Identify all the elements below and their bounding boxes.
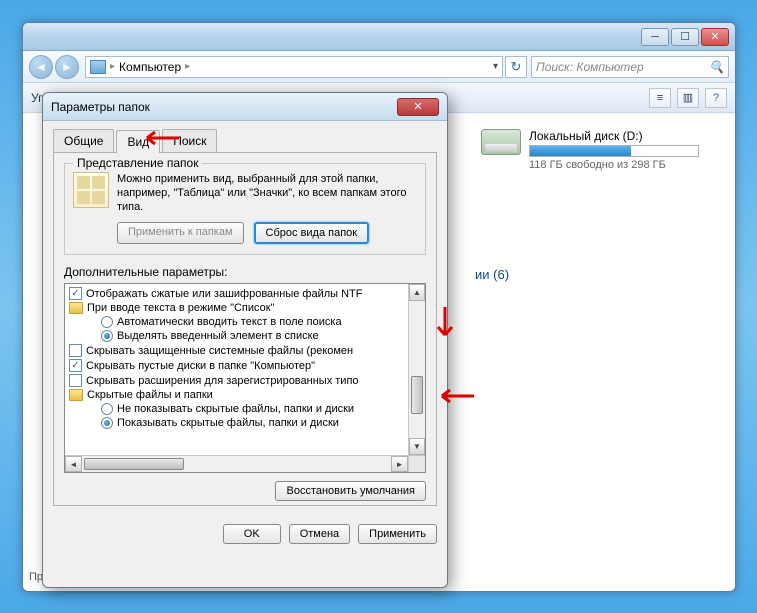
opt-hidden-files: Скрытые файлы и папки bbox=[65, 388, 425, 402]
advanced-label: Дополнительные параметры: bbox=[64, 265, 426, 279]
maximize-button[interactable]: ☐ bbox=[671, 28, 699, 46]
folder-views-icon bbox=[73, 172, 109, 208]
tab-search[interactable]: Поиск bbox=[162, 129, 217, 152]
forward-button[interactable]: ► bbox=[55, 55, 79, 79]
scroll-up-icon[interactable]: ▲ bbox=[409, 284, 425, 301]
dialog-close-button[interactable]: ✕ bbox=[397, 98, 439, 116]
help-button[interactable]: ? bbox=[705, 88, 727, 108]
minimize-button[interactable]: ─ bbox=[641, 28, 669, 46]
breadcrumb-sep-icon: ▸ bbox=[185, 61, 190, 72]
search-placeholder: Поиск: Компьютер bbox=[536, 60, 644, 74]
advanced-settings-tree[interactable]: ✓Отображать сжатые или зашифрованные фай… bbox=[64, 283, 426, 473]
search-input[interactable]: Поиск: Компьютер 🔍 bbox=[531, 56, 729, 78]
breadcrumb-sep-icon: ▸ bbox=[110, 61, 115, 72]
tree-vscrollbar[interactable]: ▲ ▼ bbox=[408, 284, 425, 455]
dialog-title: Параметры папок bbox=[51, 100, 150, 114]
opt-hide-protected[interactable]: Скрывать защищенные системные файлы (рек… bbox=[65, 343, 425, 358]
hscroll-thumb[interactable] bbox=[84, 458, 184, 470]
address-bar[interactable]: ▸ Компьютер ▸ ▾ bbox=[85, 56, 503, 78]
computer-icon bbox=[90, 60, 106, 74]
reset-folders-button[interactable]: Сброс вида папок bbox=[254, 222, 370, 244]
group-label: Представление папок bbox=[73, 156, 202, 170]
opt-list-typing: При вводе текста в режиме "Список" bbox=[65, 301, 425, 315]
scroll-down-icon[interactable]: ▼ bbox=[409, 438, 425, 455]
tab-pane-view: Представление папок Можно применить вид,… bbox=[53, 153, 437, 506]
dropdown-icon[interactable]: ▾ bbox=[493, 61, 498, 72]
opt-hide-extensions[interactable]: Скрывать расширения для зарегистрированн… bbox=[65, 373, 425, 388]
opt-dont-show-hidden[interactable]: Не показывать скрытые файлы, папки и дис… bbox=[65, 402, 425, 416]
dialog-titlebar: Параметры папок ✕ bbox=[43, 93, 447, 121]
scroll-right-icon[interactable]: ► bbox=[391, 456, 408, 472]
breadcrumb-root[interactable]: Компьютер bbox=[119, 60, 181, 74]
opt-show-ntfs-color[interactable]: ✓Отображать сжатые или зашифрованные фай… bbox=[65, 286, 425, 301]
opt-auto-search[interactable]: Автоматически вводить текст в поле поиск… bbox=[65, 315, 425, 329]
cancel-button[interactable]: Отмена bbox=[289, 524, 350, 544]
folder-views-group: Представление папок Можно применить вид,… bbox=[64, 163, 426, 255]
ok-button[interactable]: OK bbox=[223, 524, 281, 544]
back-button[interactable]: ◄ bbox=[29, 55, 53, 79]
scroll-left-icon[interactable]: ◄ bbox=[65, 456, 82, 472]
apply-to-folders-button[interactable]: Применить к папкам bbox=[117, 222, 244, 244]
refresh-button[interactable]: ↻ bbox=[505, 56, 527, 78]
tree-hscrollbar[interactable]: ◄ ► bbox=[65, 455, 408, 472]
close-button[interactable]: ✕ bbox=[701, 28, 729, 46]
view-mode-button[interactable]: ≡ bbox=[649, 88, 671, 108]
folder-icon bbox=[69, 302, 83, 314]
folder-options-dialog: Параметры папок ✕ Общие Вид Поиск Предст… bbox=[42, 92, 448, 588]
folder-icon bbox=[69, 389, 83, 401]
drive-icon bbox=[481, 129, 521, 155]
tab-view[interactable]: Вид bbox=[116, 130, 160, 153]
opt-hide-empty-drives[interactable]: ✓Скрывать пустые диски в папке "Компьюте… bbox=[65, 358, 425, 373]
dialog-buttons: OK Отмена Применить bbox=[43, 516, 447, 554]
preview-pane-button[interactable]: ▥ bbox=[677, 88, 699, 108]
apply-button[interactable]: Применить bbox=[358, 524, 437, 544]
section-heading: ии (6) bbox=[475, 267, 723, 282]
search-icon: 🔍 bbox=[709, 60, 724, 74]
disk-item[interactable]: Локальный диск (D:) 118 ГБ свободно из 2… bbox=[475, 123, 723, 177]
disk-name: Локальный диск (D:) bbox=[529, 129, 699, 143]
restore-defaults-button[interactable]: Восстановить умолчания bbox=[275, 481, 426, 501]
group-description: Можно применить вид, выбранный для этой … bbox=[117, 172, 417, 214]
navbar: ◄ ► ▸ Компьютер ▸ ▾ ↻ Поиск: Компьютер 🔍 bbox=[23, 51, 735, 83]
tab-bar: Общие Вид Поиск bbox=[53, 129, 437, 153]
opt-highlight-typed[interactable]: Выделять введенный элемент в списке bbox=[65, 329, 425, 343]
scroll-thumb[interactable] bbox=[411, 376, 423, 414]
tab-general[interactable]: Общие bbox=[53, 129, 114, 152]
titlebar: ─ ☐ ✕ bbox=[23, 23, 735, 51]
disk-free-text: 118 ГБ свободно из 298 ГБ bbox=[529, 159, 699, 171]
scroll-corner bbox=[408, 455, 425, 472]
opt-show-hidden[interactable]: Показывать скрытые файлы, папки и диски bbox=[65, 416, 425, 430]
disk-usage-bar bbox=[529, 145, 699, 157]
